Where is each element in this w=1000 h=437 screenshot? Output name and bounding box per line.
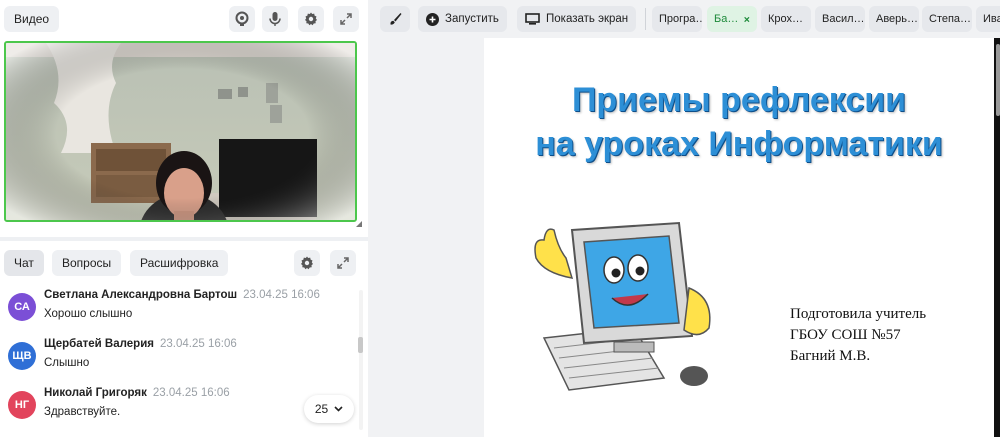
computer-mascot-icon [534,221,711,391]
share-screen-button[interactable]: Показать экран [517,6,637,32]
tab-transcript[interactable]: Расшифровка [130,250,229,276]
start-button[interactable]: Запустить [418,6,507,32]
microphone-icon[interactable] [262,6,288,32]
start-label: Запустить [445,13,499,25]
brush-icon [390,13,402,25]
chat-message: НГ Николай Григоряк 23.04.25 16:06 Здравс… [8,385,348,429]
video-feed[interactable] [4,41,357,222]
message-author: Щербатей Валерия 23.04.25 16:06 [44,338,237,350]
slide-title-line-1: Приемы рефлексии [571,81,907,119]
slide-title: Приемы рефлексии на уроках Информатики [484,78,994,166]
toolbar-separator [645,8,646,30]
expand-icon[interactable] [333,6,359,32]
slide-margin [376,38,484,437]
chat-expand-icon[interactable] [330,250,356,276]
unread-count: 25 [314,402,329,416]
avatar: СА [8,293,36,321]
video-header: Видео [0,0,368,38]
chevron-down-icon [334,406,343,412]
resize-grip-icon[interactable] [356,221,362,227]
message-author: Светлана Александровна Бартош 23.04.25 16… [44,289,320,301]
author-line-3: Багний М.В. [790,348,871,364]
avatar: НГ [8,391,36,419]
author-line-1: Подготовила учитель [790,306,927,322]
left-panel: Видео Чат Вопросы Расшифровка СА Светлан… [0,0,368,437]
message-time: 23.04.25 16:06 [160,338,237,350]
presentation-tab[interactable]: Аверь… [869,6,919,32]
chat-scrollbar[interactable] [359,290,363,430]
slide-title-line-2: на уроках Информатики [535,125,943,163]
author-name: Щербатей Валерия [44,338,154,350]
author-line-2: ГБОУ СОШ №57 [790,327,901,343]
message-text: Здравствуйте. [44,406,121,418]
chat-tabs: Чат Вопросы Расшифровка [0,250,368,278]
video-panel-title[interactable]: Видео [4,6,60,32]
plus-circle-icon [426,12,439,26]
message-time: 23.04.25 16:06 [152,387,230,399]
author-name: Николай Григоряк [44,387,147,399]
video-scene [6,43,355,220]
author-name: Светлана Александровна Бартош [44,289,238,301]
presentation-toolbar: Запустить Показать экран Програ… Ба… Кро… [376,0,1000,38]
panel-splitter[interactable] [368,0,376,437]
avatar: ЩВ [8,342,36,370]
app-window: Видео Чат Вопросы Расшифровка СА Светлан… [0,0,1000,437]
presentation-panel: Запустить Показать экран Програ… Ба… Кро… [376,0,1000,437]
chat-message: ЩВ Щербатей Валерия 23.04.25 16:06 Слышно [8,336,348,380]
panel-divider[interactable] [0,237,368,241]
message-text: Слышно [44,357,90,369]
tab-chat[interactable]: Чат [4,250,44,276]
slide-author: Подготовила учитель ГБОУ СОШ №57 Багний … [790,304,926,367]
message-text: Хорошо слышно [44,308,133,320]
unread-counter-button[interactable]: 25 [304,395,354,423]
presentation-tab-active[interactable]: Ба… [707,6,757,32]
presentation-tab[interactable]: Програ… [652,6,702,32]
close-icon[interactable] [744,15,750,24]
presentation-tab-label: Ба… [714,13,739,25]
chat-gear-icon[interactable] [294,250,320,276]
chat-scroll-thumb[interactable] [358,337,363,353]
message-time: 23.04.25 16:06 [243,289,320,301]
presentation-tab[interactable]: Васил… [815,6,865,32]
brush-button[interactable] [380,6,410,32]
gear-icon[interactable] [298,6,324,32]
presentation-slide: Приемы рефлексии на уроках Информатики П… [484,38,994,437]
presentation-tab[interactable]: Крох… [761,6,811,32]
presentation-tab[interactable]: Степа… [922,6,972,32]
presentation-tab[interactable]: Ива [976,6,1000,32]
tab-questions[interactable]: Вопросы [52,250,122,276]
camera-icon[interactable] [229,6,255,32]
monitor-icon [525,13,540,25]
slide-scrollbar[interactable] [996,44,1000,116]
chat-message: СА Светлана Александровна Бартош 23.04.25… [8,287,348,331]
message-author: Николай Григоряк 23.04.25 16:06 [44,387,230,399]
share-screen-label: Показать экран [546,13,629,25]
